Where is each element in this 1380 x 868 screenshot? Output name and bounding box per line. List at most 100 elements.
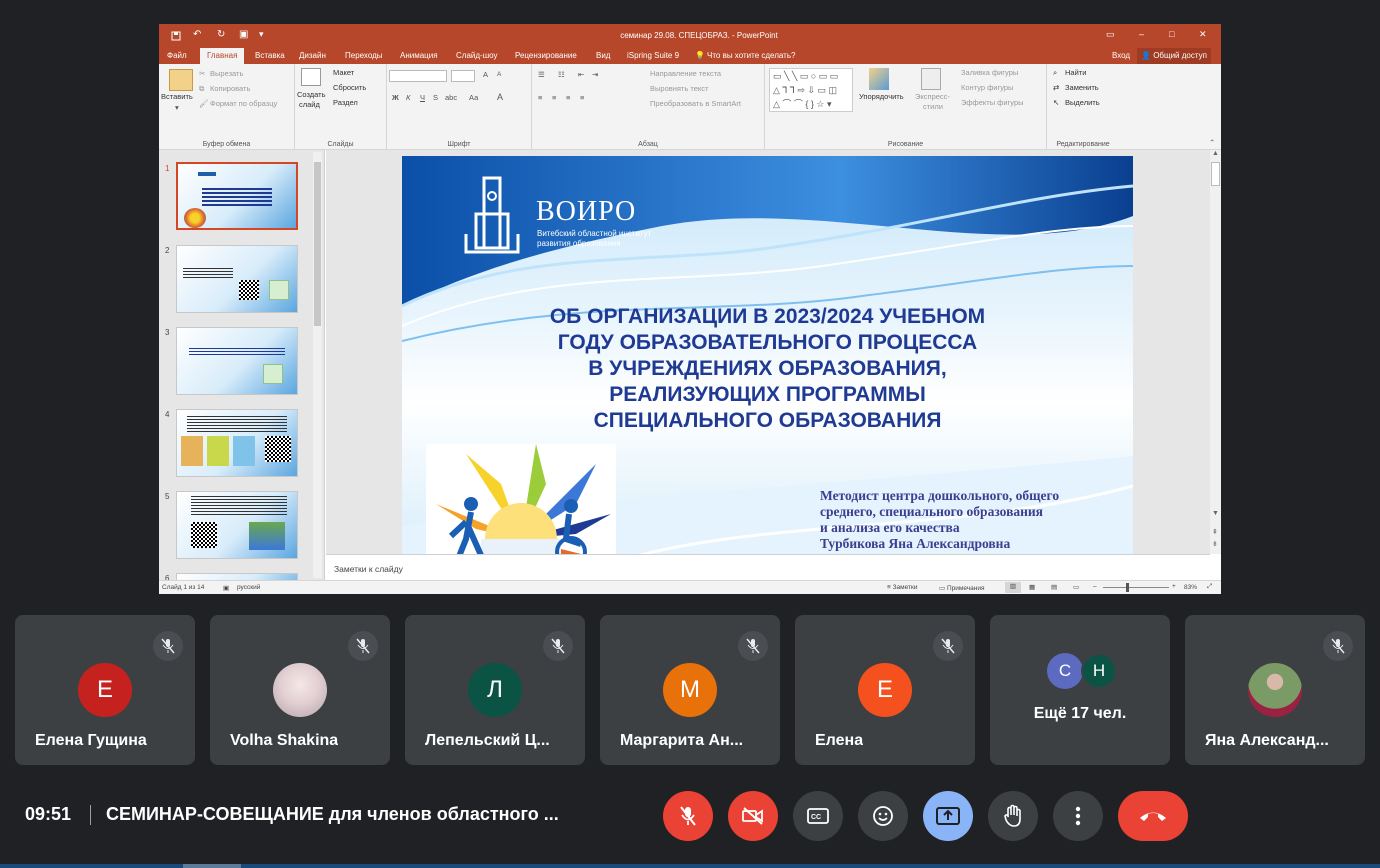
copy-button[interactable]: Копировать [210,84,250,93]
select-button[interactable]: Выделить [1065,98,1100,107]
menu-animation[interactable]: Анимация [400,51,438,60]
taskbar-active-item[interactable] [183,864,241,868]
italic-button[interactable]: К [406,93,410,102]
meeting-title[interactable]: СЕМИНАР-СОВЕЩАНИЕ для членов областного … [106,804,559,825]
participant-tile[interactable]: Е Елена Гущина [15,615,195,765]
editor-scroll-thumb[interactable] [1211,162,1220,186]
quick-styles-label-2[interactable]: стили [923,102,943,111]
more-options-button[interactable] [1053,791,1103,841]
zoom-slider[interactable] [1103,587,1169,588]
slide-sorter-icon[interactable]: ▦ [1029,583,1035,591]
undo-icon[interactable]: ↶ [193,29,201,40]
font-size-input[interactable] [451,70,475,82]
zoom-level[interactable]: 83% [1184,584,1197,591]
previous-slide-icon[interactable]: ⇞ [1212,528,1218,536]
cut-button[interactable]: Вырезать [210,69,243,78]
ribbon-display-icon[interactable]: ▭ [1106,29,1115,40]
leave-call-button[interactable] [1118,791,1188,841]
new-slide-icon[interactable] [301,68,321,86]
zoom-slider-thumb[interactable] [1126,583,1129,592]
bold-button[interactable]: Ж [392,93,399,102]
customize-toolbar-icon[interactable]: ▾ [259,29,264,40]
notes-toggle[interactable]: ≡ Заметки [887,584,917,591]
share-button[interactable]: 👤 Общий доступ [1137,48,1211,64]
next-slide-icon[interactable]: ⇟ [1212,540,1218,548]
participant-tile[interactable]: Е Елена [795,615,975,765]
slide-thumbnail-3[interactable] [176,327,298,395]
font-color-button[interactable]: А [497,92,503,102]
strikethrough-button[interactable]: S [433,93,438,102]
arrange-button[interactable]: Упорядочить [859,92,904,101]
paste-button[interactable]: Вставить [161,92,193,101]
language-label[interactable]: русский [237,584,260,591]
change-case-button[interactable]: Аа [469,93,478,102]
captions-button[interactable]: CC [793,791,843,841]
justify-icon[interactable]: ≡ [580,93,584,102]
shape-fill-button[interactable]: Заливка фигуры [961,68,1018,77]
participant-tile[interactable]: Volha Shakina [210,615,390,765]
menu-file[interactable]: Файл [167,51,187,60]
normal-view-icon[interactable]: ▥ [1005,582,1021,593]
participant-tile[interactable]: Яна Александ... [1185,615,1365,765]
font-name-input[interactable] [389,70,447,82]
participant-tile[interactable]: Л Лепельский Ц... [405,615,585,765]
menu-review[interactable]: Рецензирование [515,51,577,60]
reading-view-icon[interactable]: ▤ [1051,583,1057,591]
scroll-down-icon[interactable]: ▼ [1212,510,1219,517]
reactions-button[interactable] [858,791,908,841]
zoom-in-icon[interactable]: + [1172,583,1176,590]
present-screen-button[interactable] [923,791,973,841]
align-center-icon[interactable]: ≡ [552,93,556,102]
new-slide-label-1[interactable]: Создать [297,90,326,99]
slide-thumbnail-1[interactable] [176,162,298,230]
save-icon[interactable] [171,31,181,43]
numbering-icon[interactable]: ☷ [558,70,565,79]
thumbs-scrollbar[interactable] [313,152,322,578]
section-button[interactable]: Раздел [333,98,358,107]
mic-toggle-button[interactable] [663,791,713,841]
slide-thumbnail-2[interactable] [176,245,298,313]
slide-canvas[interactable]: ВОИРО Витебский областной институт разви… [402,156,1133,566]
smartart-button[interactable]: Преобразовать в SmartArt [650,99,741,108]
character-spacing-button[interactable]: abc [445,93,457,102]
menu-slideshow[interactable]: Слайд-шоу [456,51,497,60]
slide-thumbnail-5[interactable] [176,491,298,559]
collapse-ribbon-icon[interactable]: ⌃ [1209,138,1215,147]
close-icon[interactable]: ✕ [1199,29,1207,40]
camera-toggle-button[interactable] [728,791,778,841]
reset-button[interactable]: Сбросить [333,83,366,92]
tell-me-input[interactable]: Что вы хотите сделать? [707,51,795,60]
bullets-icon[interactable]: ☰ [538,70,545,79]
raise-hand-button[interactable] [988,791,1038,841]
menu-ispring[interactable]: iSpring Suite 9 [627,51,679,60]
arrange-icon[interactable] [869,68,889,90]
align-text-button[interactable]: Выровнять текст [650,84,708,93]
spellcheck-icon[interactable]: ▣ [223,584,229,592]
redo-icon[interactable]: ↻ [217,29,225,40]
menu-view[interactable]: Вид [596,51,610,60]
format-painter-button[interactable]: Формат по образцу [210,99,277,108]
maximize-icon[interactable]: □ [1169,29,1174,39]
minimize-icon[interactable]: – [1139,29,1144,39]
shrink-font-button[interactable]: A [497,71,501,78]
slideshow-view-icon[interactable]: ▭ [1073,583,1079,591]
find-button[interactable]: Найти [1065,68,1086,77]
slide-thumbnail-4[interactable] [176,409,298,477]
thumbs-scroll-thumb[interactable] [314,162,321,326]
more-participants-tile[interactable]: С Н Ещё 17 чел. [990,615,1170,765]
menu-home[interactable]: Главная [200,48,245,64]
participant-tile[interactable]: М Маргарита Ан... [600,615,780,765]
shapes-gallery[interactable]: ▭ ╲ ╲ ▭ ○ ▭ ▭ △ ⅂ ⅂ ⇨ ⇩ ▭ ◫ △ ⌒ ⌒ { } ☆ ▾ [769,68,853,112]
replace-button[interactable]: Заменить [1065,83,1099,92]
layout-button[interactable]: Макет [333,68,354,77]
fit-slide-icon[interactable]: ⤢ [1207,583,1212,591]
align-left-icon[interactable]: ≡ [538,93,542,102]
notes-pane[interactable]: Заметки к слайду [326,554,1210,580]
paste-dropdown-icon[interactable]: ▾ [175,103,179,112]
outdent-icon[interactable]: ⇥ [592,70,598,79]
login-link[interactable]: Вход [1112,51,1130,60]
scroll-up-icon[interactable]: ▲ [1212,150,1219,157]
text-direction-button[interactable]: Направление текста [650,69,721,78]
menu-insert[interactable]: Вставка [255,51,285,60]
underline-button[interactable]: Ч [420,93,425,102]
